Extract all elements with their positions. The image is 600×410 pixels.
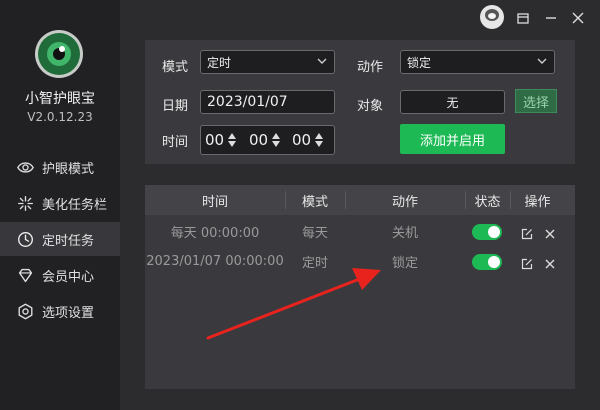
sidebar-item-label: 选项设置 — [42, 305, 95, 321]
minute-spinner[interactable]: 00 — [249, 126, 281, 154]
cell-mode: 定时 — [301, 255, 328, 271]
app-logo-icon — [35, 30, 83, 78]
col-header-action: 动作 — [391, 194, 418, 210]
mode-select-value: 定时 — [207, 55, 232, 70]
eye-icon — [16, 158, 34, 176]
cell-time: 每天 00:00:00 — [170, 225, 260, 241]
target-label: 对象 — [357, 99, 384, 114]
chevron-down-icon — [537, 58, 547, 64]
edit-icon[interactable] — [521, 255, 533, 270]
delete-icon[interactable] — [544, 255, 556, 269]
add-and-enable-button[interactable]: 添加并启用 — [400, 124, 505, 154]
hour-stepper-icon[interactable] — [228, 132, 237, 148]
sidebar-item-scheduled-tasks[interactable]: 定时任务 — [0, 222, 120, 256]
cell-action: 关机 — [391, 225, 418, 241]
action-select[interactable]: 锁定 — [400, 50, 555, 74]
date-label: 日期 — [162, 99, 189, 114]
sidebar-item-taskbar[interactable]: 美化任务栏 — [0, 186, 120, 220]
minimize-icon[interactable] — [541, 8, 561, 28]
sidebar-item-eye-mode[interactable]: 护眼模式 — [0, 150, 120, 184]
user-avatar-icon[interactable] — [480, 5, 504, 29]
sidebar-item-label: 美化任务栏 — [42, 197, 108, 213]
action-label: 动作 — [357, 60, 384, 75]
action-select-value: 锁定 — [407, 55, 432, 70]
status-toggle[interactable] — [472, 224, 502, 240]
sidebar-item-membership[interactable]: 会员中心 — [0, 258, 120, 292]
second-spinner[interactable]: 00 — [292, 126, 324, 154]
chevron-down-icon — [317, 58, 327, 64]
time-picker[interactable]: 00 00 00 — [200, 125, 335, 155]
table-row[interactable]: 2023/01/07 00:00:00 定时 锁定 — [145, 246, 575, 276]
mode-select[interactable]: 定时 — [200, 50, 335, 74]
date-field[interactable]: 2023/01/07 — [200, 90, 335, 114]
hour-spinner[interactable]: 00 — [205, 126, 237, 154]
sidebar-item-label: 护眼模式 — [42, 161, 95, 177]
task-table: 时间 模式 动作 状态 操作 每天 00:00:00 每天 关机 2023/01… — [145, 185, 575, 389]
table-row[interactable]: 每天 00:00:00 每天 关机 — [145, 216, 575, 246]
time-label: 时间 — [162, 135, 189, 150]
sidebar: 小智护眼宝 V2.0.12.23 护眼模式 美化任务栏 定时任务 会员中心 选项… — [0, 0, 120, 410]
cell-mode: 每天 — [301, 225, 328, 241]
close-icon[interactable] — [568, 8, 588, 28]
minute-value: 00 — [249, 131, 269, 149]
table-header: 时间 模式 动作 状态 操作 — [145, 185, 575, 215]
target-field[interactable]: 无 — [400, 90, 505, 114]
col-header-operations: 操作 — [524, 194, 551, 210]
sidebar-item-settings[interactable]: 选项设置 — [0, 294, 120, 328]
col-header-status: 状态 — [474, 194, 501, 210]
mode-label: 模式 — [162, 60, 189, 75]
delete-icon[interactable] — [544, 225, 556, 239]
col-header-mode: 模式 — [301, 194, 328, 210]
cell-time: 2023/01/07 00:00:00 — [146, 253, 284, 269]
edit-icon[interactable] — [521, 225, 533, 240]
second-stepper-icon[interactable] — [315, 132, 324, 148]
second-value: 00 — [292, 131, 312, 149]
app-version: V2.0.12.23 — [27, 110, 93, 124]
sparkle-icon — [16, 194, 34, 212]
choose-target-button[interactable]: 选择 — [515, 89, 557, 113]
clock-icon — [16, 230, 34, 248]
hour-value: 00 — [205, 131, 225, 149]
app-name: 小智护眼宝 — [25, 91, 95, 107]
status-toggle[interactable] — [472, 254, 502, 270]
sidebar-item-label: 定时任务 — [42, 233, 95, 249]
cell-action: 锁定 — [391, 255, 418, 271]
task-form: 模式 定时 动作 锁定 日期 2023/01/07 对象 无 选择 时间 00 … — [145, 40, 575, 164]
skin-icon[interactable] — [513, 8, 533, 28]
diamond-icon — [16, 266, 34, 284]
col-header-time: 时间 — [201, 194, 228, 210]
gear-icon — [16, 302, 34, 320]
sidebar-item-label: 会员中心 — [42, 269, 95, 285]
minute-stepper-icon[interactable] — [272, 132, 281, 148]
